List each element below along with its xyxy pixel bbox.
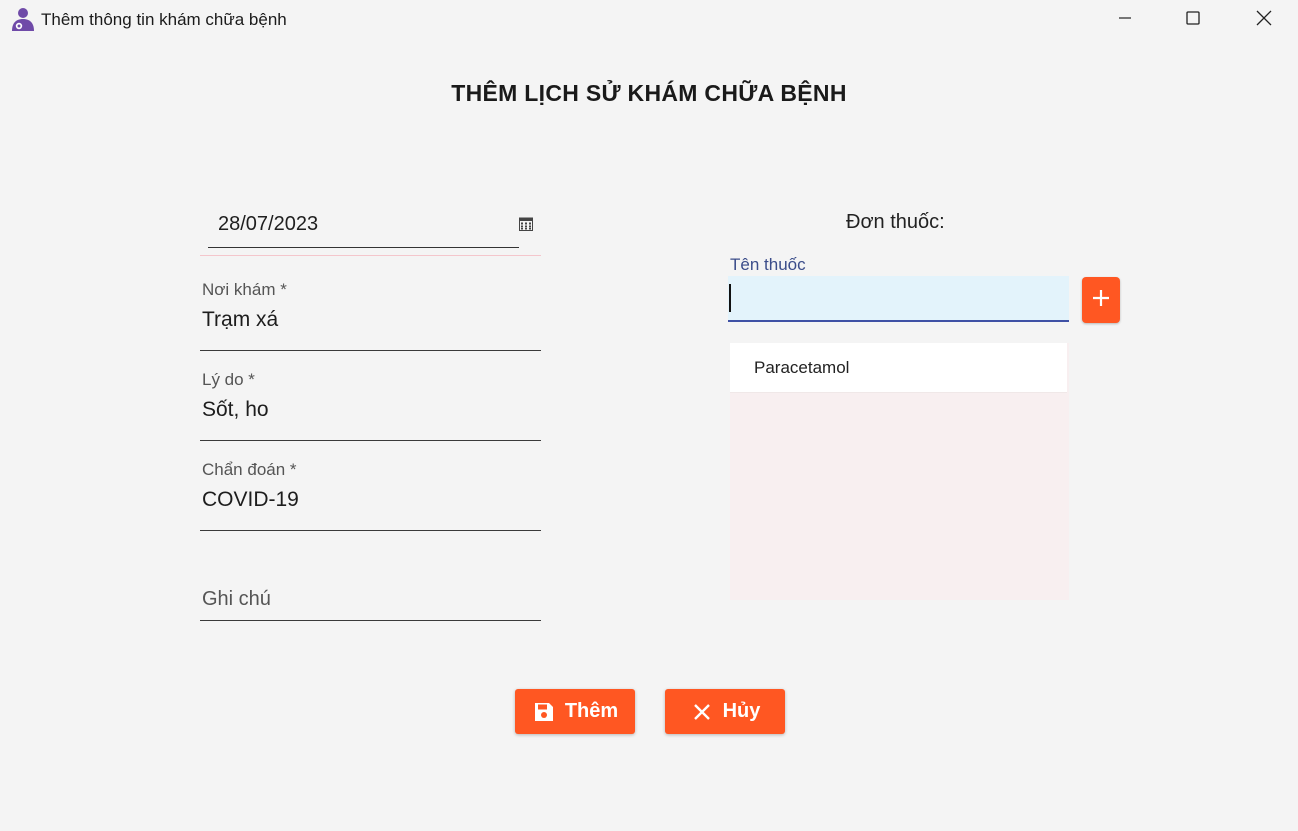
save-icon — [532, 700, 556, 724]
minimize-icon — [1117, 10, 1133, 31]
minimize-button[interactable] — [1095, 0, 1155, 40]
text-caret — [729, 284, 731, 312]
reason-label: Lý do * — [202, 370, 255, 389]
maximize-button[interactable] — [1163, 0, 1223, 40]
save-button[interactable]: Thêm — [515, 689, 635, 734]
drug-list[interactable]: Paracetamol — [730, 343, 1069, 600]
reason-field[interactable]: Lý do * Sốt, ho — [200, 370, 541, 441]
close-icon — [1255, 9, 1273, 32]
diagnosis-value: COVID-19 — [202, 488, 299, 511]
user-medical-icon — [10, 7, 36, 33]
window-title: Thêm thông tin khám chữa bệnh — [41, 10, 287, 29]
drug-name-input[interactable] — [728, 276, 1069, 322]
window-titlebar: Thêm thông tin khám chữa bệnh — [0, 0, 1298, 40]
cancel-label: Hủy — [722, 700, 761, 722]
diagnosis-label: Chẩn đoán * — [202, 460, 297, 479]
list-item[interactable]: Paracetamol — [730, 343, 1067, 393]
reason-value: Sốt, ho — [202, 398, 269, 421]
close-button[interactable] — [1234, 0, 1294, 40]
date-value: 28/07/2023 — [218, 213, 319, 235]
drug-item-label: Paracetamol — [754, 358, 850, 377]
add-drug-button[interactable] — [1082, 277, 1120, 323]
page-title: THÊM LỊCH SỬ KHÁM CHỮA BỆNH — [451, 80, 847, 106]
cancel-button[interactable]: Hủy — [665, 689, 785, 734]
date-picker[interactable]: 28/07/2023 — [208, 205, 533, 248]
place-label: Nơi khám * — [202, 280, 287, 299]
calendar-icon[interactable] — [519, 217, 533, 231]
maximize-icon — [1185, 10, 1201, 31]
save-label: Thêm — [564, 700, 619, 722]
note-field[interactable]: Ghi chú — [200, 550, 541, 621]
place-field[interactable]: Nơi khám * Trạm xá — [200, 280, 541, 351]
close-icon — [690, 700, 714, 724]
note-placeholder: Ghi chú — [202, 588, 271, 610]
date-field-divider — [200, 255, 541, 256]
plus-icon — [1091, 288, 1111, 313]
place-value: Trạm xá — [202, 308, 279, 331]
prescription-heading: Đơn thuốc: — [846, 211, 945, 233]
diagnosis-field[interactable]: Chẩn đoán * COVID-19 — [200, 460, 541, 531]
drug-name-label: Tên thuốc — [730, 255, 806, 274]
